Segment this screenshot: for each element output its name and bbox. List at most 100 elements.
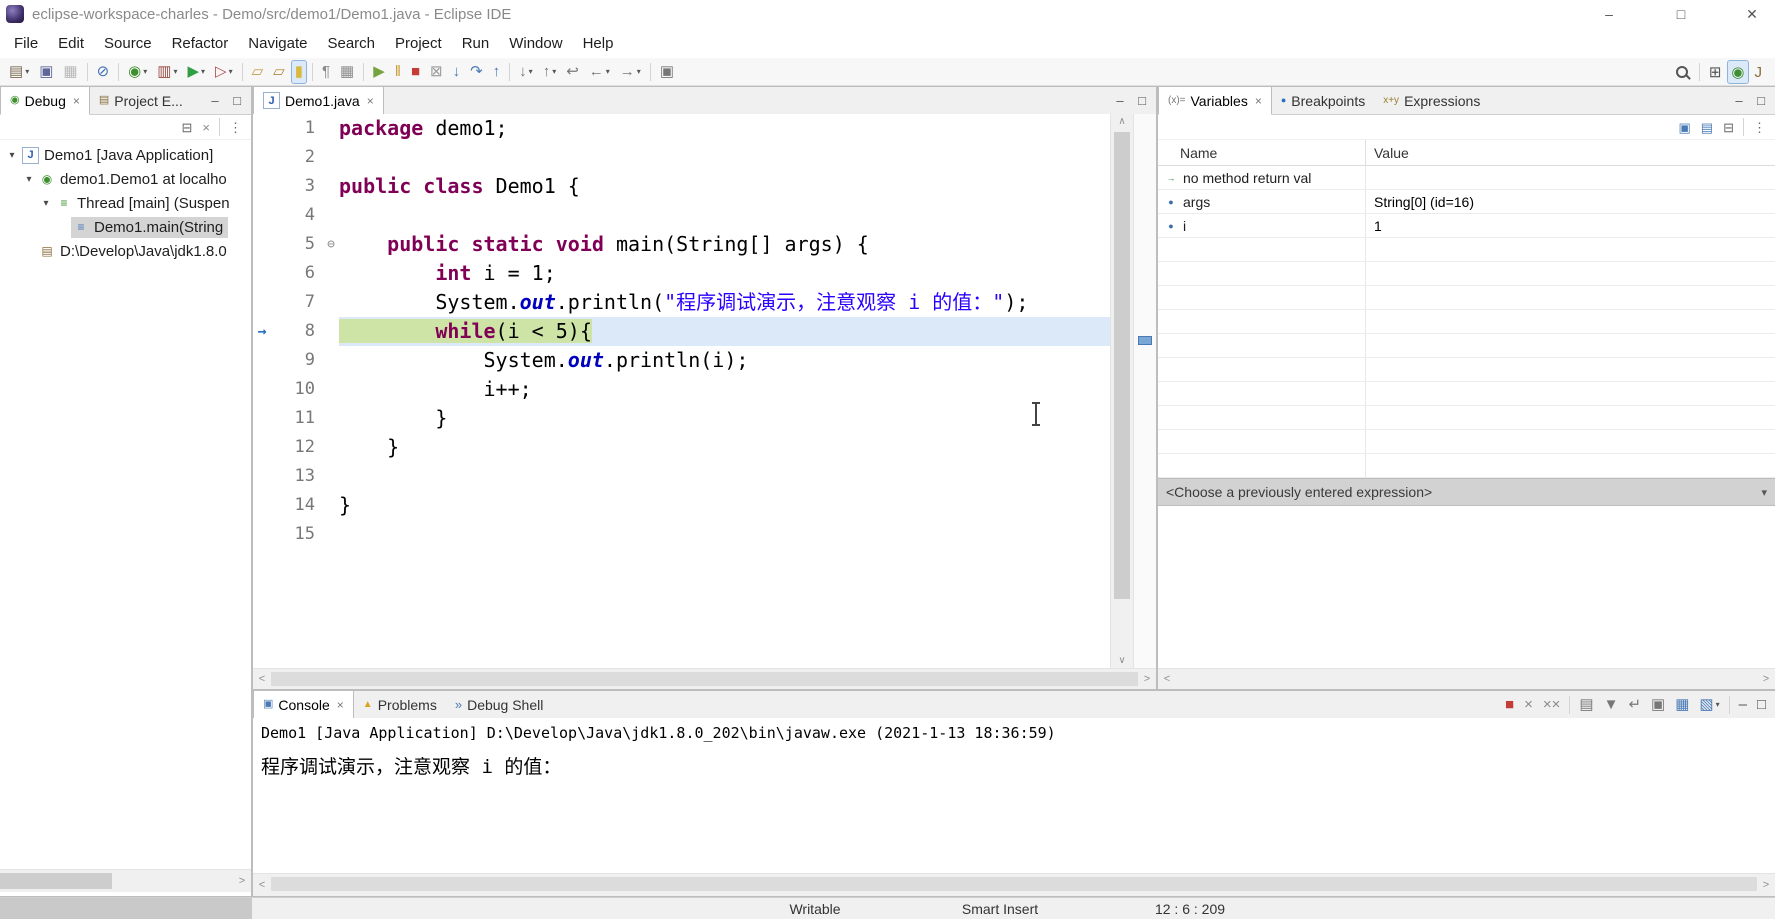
variables-hscrollbar[interactable]: < >: [1158, 668, 1775, 689]
show-type-names-icon[interactable]: ▣: [1675, 115, 1695, 139]
scrollbar-thumb[interactable]: [271, 877, 1757, 891]
tree-item-body[interactable]: ◉demo1.Demo1 at localho: [37, 169, 232, 190]
maximize-view-icon[interactable]: □: [1132, 91, 1152, 111]
minimize-view-icon[interactable]: –: [205, 91, 225, 111]
minimize-view-icon[interactable]: –: [1110, 91, 1130, 111]
menu-edit[interactable]: Edit: [48, 30, 94, 57]
tree-item-body[interactable]: ≡Demo1.main(String: [71, 217, 228, 238]
debug-tab-project-e[interactable]: ▤Project E...: [90, 87, 192, 114]
menu-project[interactable]: Project: [385, 30, 452, 57]
collapse-all-icon[interactable]: ⊟: [1719, 115, 1738, 139]
editor-tab-demo1-java[interactable]: J Demo1.java ×: [253, 87, 384, 115]
scroll-right-icon[interactable]: >: [1757, 669, 1775, 689]
tree-item-demo1-main-string[interactable]: ≡Demo1.main(String: [0, 215, 251, 239]
scroll-down-icon[interactable]: ∨: [1111, 653, 1133, 669]
code-text[interactable]: }: [339, 491, 1111, 520]
save-all-icon[interactable]: ▦: [59, 60, 81, 84]
code-text[interactable]: package demo1;: [339, 114, 1111, 143]
code-text[interactable]: [339, 201, 1111, 230]
coverage-icon[interactable]: ▥▾: [153, 60, 181, 84]
search-icon[interactable]: [1671, 60, 1694, 84]
dropdown-arrow-icon[interactable]: ▾: [173, 67, 177, 76]
resume-icon[interactable]: ▶: [369, 60, 389, 84]
remove-all-terminated-icon[interactable]: ××: [1539, 693, 1565, 717]
dropdown-arrow-icon[interactable]: ▾: [201, 67, 205, 76]
console-tab-debug-shell[interactable]: »Debug Shell: [446, 691, 553, 718]
forward-icon[interactable]: →▾: [616, 60, 645, 84]
column-header-value[interactable]: Value: [1366, 140, 1409, 165]
open-console-icon[interactable]: ▧▾: [1695, 693, 1723, 717]
variables-tab-expressions[interactable]: x+yExpressions: [1374, 87, 1489, 114]
debug-tab-debug[interactable]: ◉Debug×: [0, 87, 90, 115]
menu-refactor[interactable]: Refactor: [162, 30, 239, 57]
word-wrap-icon[interactable]: ↵: [1624, 693, 1645, 717]
dropdown-arrow-icon[interactable]: ▾: [529, 67, 533, 76]
expander-icon[interactable]: ▾: [38, 198, 54, 209]
menu-window[interactable]: Window: [499, 30, 572, 57]
variable-row-args[interactable]: ●argsString[0] (id=16): [1158, 190, 1775, 214]
close-tab-icon[interactable]: ×: [73, 94, 80, 108]
suspend-icon[interactable]: ‖: [391, 60, 405, 84]
tree-item-d-develop-java-jdk1-8-0[interactable]: ▤D:\Develop\Java\jdk1.8.0: [0, 239, 251, 263]
code-text[interactable]: System.out.println("程序调试演示，注意观察 i 的值：");: [339, 288, 1111, 317]
view-menu-icon[interactable]: ⋮: [225, 115, 246, 139]
close-tab-icon[interactable]: ×: [367, 94, 374, 108]
window-minimize-button[interactable]: –: [1586, 0, 1632, 28]
terminate-icon[interactable]: ■: [1501, 693, 1518, 717]
maximize-view-icon[interactable]: □: [227, 91, 247, 111]
open-resource-icon[interactable]: ▱: [269, 60, 289, 84]
tree-item-body[interactable]: ≡Thread [main] (Suspen: [54, 193, 235, 214]
code-area[interactable]: 1package demo1;23public class Demo1 {45⊖…: [253, 114, 1111, 669]
code-text[interactable]: System.out.println(i);: [339, 346, 1111, 375]
scroll-right-icon[interactable]: >: [1757, 874, 1775, 896]
show-whitespace-icon[interactable]: ¶: [318, 60, 334, 84]
scroll-up-icon[interactable]: ∧: [1111, 114, 1133, 130]
menu-file[interactable]: File: [4, 30, 48, 57]
code-text[interactable]: }: [339, 433, 1111, 462]
tree-item-body[interactable]: JDemo1 [Java Application]: [20, 145, 218, 166]
status-insert-mode[interactable]: Smart Insert: [925, 901, 1075, 917]
column-header-name[interactable]: Name: [1158, 140, 1366, 165]
scroll-left-icon[interactable]: <: [1158, 669, 1176, 689]
menu-navigate[interactable]: Navigate: [238, 30, 317, 57]
block-selection-icon[interactable]: ▦: [336, 60, 358, 84]
chevron-down-icon[interactable]: ▾: [1761, 486, 1767, 499]
expander-icon[interactable]: ▾: [21, 174, 37, 185]
variable-detail-pane[interactable]: [1158, 506, 1775, 626]
variable-row-no-method-return-val[interactable]: →no method return val: [1158, 166, 1775, 190]
run-icon[interactable]: ▶▾: [183, 60, 209, 84]
previous-annotation-icon[interactable]: ↑▾: [539, 60, 561, 84]
save-icon[interactable]: ▣: [35, 60, 57, 84]
remove-launch-icon[interactable]: ×: [1520, 693, 1537, 717]
step-into-icon[interactable]: ↓: [449, 60, 465, 84]
open-type-icon[interactable]: ▱: [248, 60, 268, 84]
console-output[interactable]: Demo1 [Java Application] D:\Develop\Java…: [253, 718, 1775, 874]
overview-ruler[interactable]: [1133, 114, 1156, 669]
step-over-icon[interactable]: ↷: [466, 60, 487, 84]
java-perspective-icon[interactable]: J: [1751, 60, 1767, 84]
editor-hscrollbar[interactable]: < >: [253, 668, 1156, 689]
console-hscrollbar[interactable]: < >: [253, 873, 1775, 896]
tree-item-demo1-java-application[interactable]: ▾JDemo1 [Java Application]: [0, 143, 251, 167]
code-text[interactable]: public class Demo1 {: [339, 172, 1111, 201]
menu-run[interactable]: Run: [452, 30, 500, 57]
scrollbar-thumb[interactable]: [0, 873, 112, 889]
dropdown-arrow-icon[interactable]: ▾: [143, 67, 147, 76]
dropdown-arrow-icon[interactable]: ▾: [1716, 700, 1720, 709]
tree-item-thread-main-suspen[interactable]: ▾≡Thread [main] (Suspen: [0, 191, 251, 215]
expander-icon[interactable]: ▾: [4, 150, 20, 161]
skip-all-breakpoints-icon[interactable]: ⊘: [93, 60, 114, 84]
disconnect-icon[interactable]: ⊠: [426, 60, 447, 84]
last-edit-location-icon[interactable]: ↩: [562, 60, 583, 84]
menu-help[interactable]: Help: [573, 30, 624, 57]
pin-editor-icon[interactable]: ▣: [656, 60, 678, 84]
scrollbar-thumb[interactable]: [271, 672, 1138, 686]
maximize-view-icon[interactable]: □: [1751, 91, 1771, 111]
dropdown-arrow-icon[interactable]: ▾: [25, 67, 29, 76]
menu-search[interactable]: Search: [317, 30, 385, 57]
open-perspective-icon[interactable]: ⊞: [1705, 60, 1726, 84]
code-text[interactable]: }: [339, 404, 1111, 433]
toggle-mark-occurrences-icon[interactable]: ▮: [291, 60, 307, 84]
display-selected-console-icon[interactable]: ▦: [1671, 693, 1693, 717]
console-tab-problems[interactable]: ▲Problems: [354, 691, 446, 718]
